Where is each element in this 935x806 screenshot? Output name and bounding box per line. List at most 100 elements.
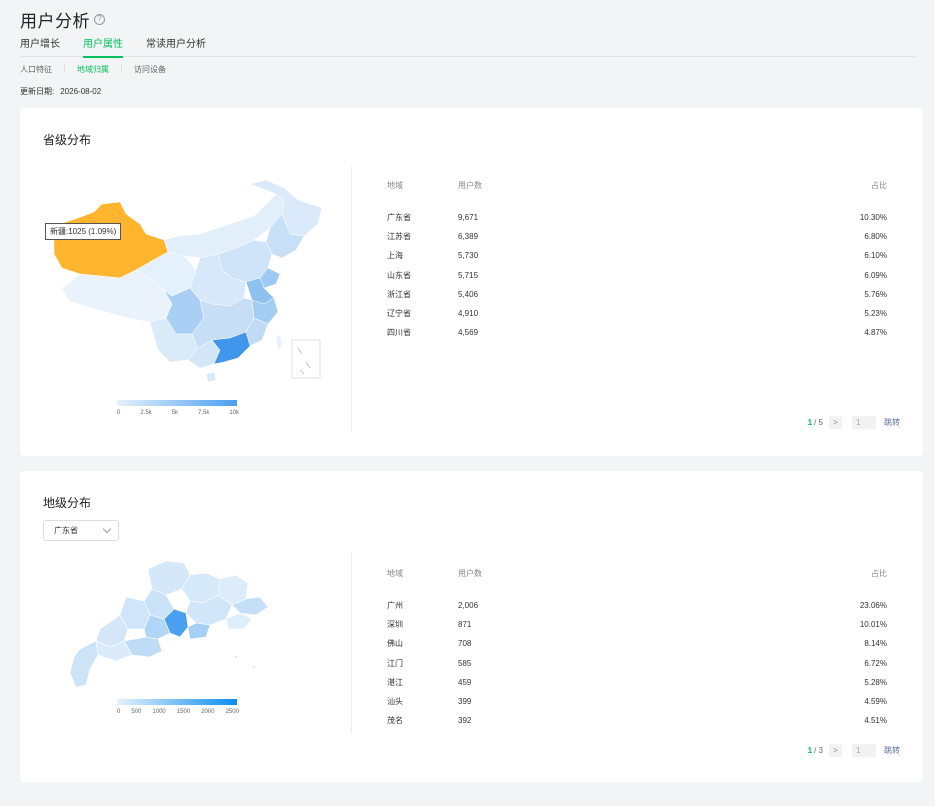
update-value: 2026-08-02	[60, 87, 102, 96]
province-distribution-card: 省级分布 0 2.5k 5k 7.5k 10k 地域 用户数 占比 广东省 9,…	[20, 108, 923, 456]
tab-user-growth[interactable]: 用户增长	[20, 39, 60, 57]
divider	[121, 65, 122, 73]
map-island	[235, 656, 237, 658]
ratio-cell: 4.51%	[864, 716, 887, 726]
city-table: 地域 用户数 占比 广州 2,006 23.06% 深圳 871 10.01% 佛山 708 8…	[387, 568, 887, 730]
region-cell: 上海	[387, 251, 403, 261]
users-cell: 4,910	[458, 309, 479, 319]
next-page-button[interactable]: >	[829, 744, 842, 757]
jump-button[interactable]: 跳转	[884, 745, 900, 756]
region-cell: 四川省	[387, 328, 411, 338]
region-cell: 广东省	[387, 213, 411, 223]
users-cell: 585	[458, 658, 472, 668]
users-cell: 459	[458, 677, 472, 687]
table-row: 上海 5,730 6.10%	[387, 246, 887, 265]
ratio-cell: 5.76%	[864, 289, 887, 299]
map-legend: 0 500 1000 1500 2000 2500	[117, 699, 239, 715]
divider	[351, 553, 352, 733]
jump-button[interactable]: 跳转	[884, 417, 900, 428]
table-row: 广州 2,006 23.06%	[387, 596, 887, 615]
divider	[64, 65, 65, 73]
region-cell: 江门	[387, 658, 403, 668]
table-row: 辽宁省 4,910 5.23%	[387, 304, 887, 323]
update-date: 更新日期: 2026-08-02	[20, 86, 915, 96]
legend-label: 1000	[152, 709, 166, 715]
region-cell: 佛山	[387, 639, 403, 649]
map-region-shanwei[interactable]	[225, 612, 253, 630]
legend-label: 7.5k	[197, 410, 210, 416]
legend-label: 2500	[225, 709, 239, 715]
chevron-down-icon	[102, 524, 112, 534]
total-pages: / 3	[814, 746, 823, 755]
users-cell: 9,671	[458, 213, 479, 223]
card-title: 地级分布	[43, 496, 92, 510]
table-row: 江苏省 6,389 6.80%	[387, 227, 887, 246]
legend-label: 1500	[176, 709, 191, 715]
china-map-svg[interactable]	[40, 178, 340, 388]
region-cell: 山东省	[387, 270, 411, 280]
help-icon[interactable]: ?	[94, 13, 105, 25]
tab-frequent-readers[interactable]: 常读用户分析	[146, 39, 206, 57]
legend-label: 2.5k	[140, 410, 152, 416]
pagination: 1 / 3 > 1 跳转	[808, 744, 900, 757]
table-row: 茂名 392 4.51%	[387, 711, 887, 730]
legend-gradient	[117, 699, 237, 705]
legend-label: 10k	[229, 410, 239, 416]
map-legend: 0 2.5k 5k 7.5k 10k	[117, 400, 239, 416]
region-cell: 辽宁省	[387, 309, 411, 319]
ratio-cell: 6.09%	[864, 270, 887, 280]
page-input[interactable]: 1	[852, 416, 876, 429]
ratio-cell: 10.30%	[859, 213, 887, 223]
users-cell: 4,569	[458, 328, 479, 338]
table-header: 地域 用户数 占比	[387, 568, 887, 580]
subtab-demographics[interactable]: 人口特征	[20, 64, 52, 75]
region-cell: 江苏省	[387, 232, 411, 242]
ratio-cell: 10.01%	[859, 620, 887, 630]
map-region-taiwan[interactable]	[275, 333, 283, 351]
subtab-region[interactable]: 地域归属	[77, 64, 109, 75]
page-input[interactable]: 1	[852, 744, 876, 757]
guangdong-map-svg[interactable]	[40, 557, 340, 697]
legend-labels: 0 500 1000 1500 2000 2500	[117, 709, 239, 715]
current-page: 1	[807, 746, 813, 755]
page-title: 用户分析	[20, 11, 90, 31]
table-row: 广东省 9,671 10.30%	[387, 208, 887, 227]
current-page: 1	[807, 418, 813, 427]
china-map[interactable]	[40, 178, 340, 388]
ratio-cell: 6.10%	[864, 251, 887, 261]
region-cell: 深圳	[387, 620, 403, 630]
map-tooltip: 新疆:1025 (1.09%)	[45, 223, 122, 240]
users-cell: 399	[458, 697, 472, 707]
table-row: 江门 585 6.72%	[387, 654, 887, 673]
table-row: 山东省 5,715 6.09%	[387, 266, 887, 285]
divider	[351, 166, 352, 431]
subtab-devices[interactable]: 访问设备	[134, 64, 166, 75]
map-region-shenzhen-dongguan[interactable]	[187, 622, 211, 640]
legend-labels: 0 2.5k 5k 7.5k 10k	[117, 410, 239, 416]
guangdong-map[interactable]	[40, 557, 340, 697]
users-cell: 708	[458, 639, 472, 649]
sub-tabs: 人口特征 地域归属 访问设备	[20, 63, 915, 75]
map-region-zhanjiang[interactable]	[69, 640, 99, 688]
column-header-ratio: 占比	[871, 569, 887, 578]
ratio-cell: 5.28%	[864, 677, 887, 687]
ratio-cell: 23.06%	[859, 601, 887, 611]
legend-label: 5k	[171, 410, 178, 416]
users-cell: 5,730	[458, 251, 479, 261]
map-region-hainan[interactable]	[205, 371, 217, 383]
map-island	[253, 666, 255, 668]
province-table: 地域 用户数 占比 广东省 9,671 10.30% 江苏省 6,389 6.80% 上海 5…	[387, 180, 887, 342]
table-row: 深圳 871 10.01%	[387, 615, 887, 634]
region-cell: 广州	[387, 601, 403, 611]
province-select-value: 广东省	[54, 526, 78, 535]
city-distribution-card: 地级分布 广东省 0 500 1000 1500 2000 2500 地域 用户…	[20, 471, 923, 782]
column-header-users: 用户数	[458, 181, 482, 190]
tab-user-attributes[interactable]: 用户属性	[83, 39, 123, 58]
ratio-cell: 6.72%	[864, 658, 887, 668]
south-sea-inset	[291, 339, 321, 379]
update-label: 更新日期:	[20, 87, 55, 96]
card-title: 省级分布	[43, 133, 92, 147]
users-cell: 2,006	[458, 601, 479, 611]
next-page-button[interactable]: >	[829, 416, 842, 429]
province-select[interactable]: 广东省	[43, 520, 119, 541]
